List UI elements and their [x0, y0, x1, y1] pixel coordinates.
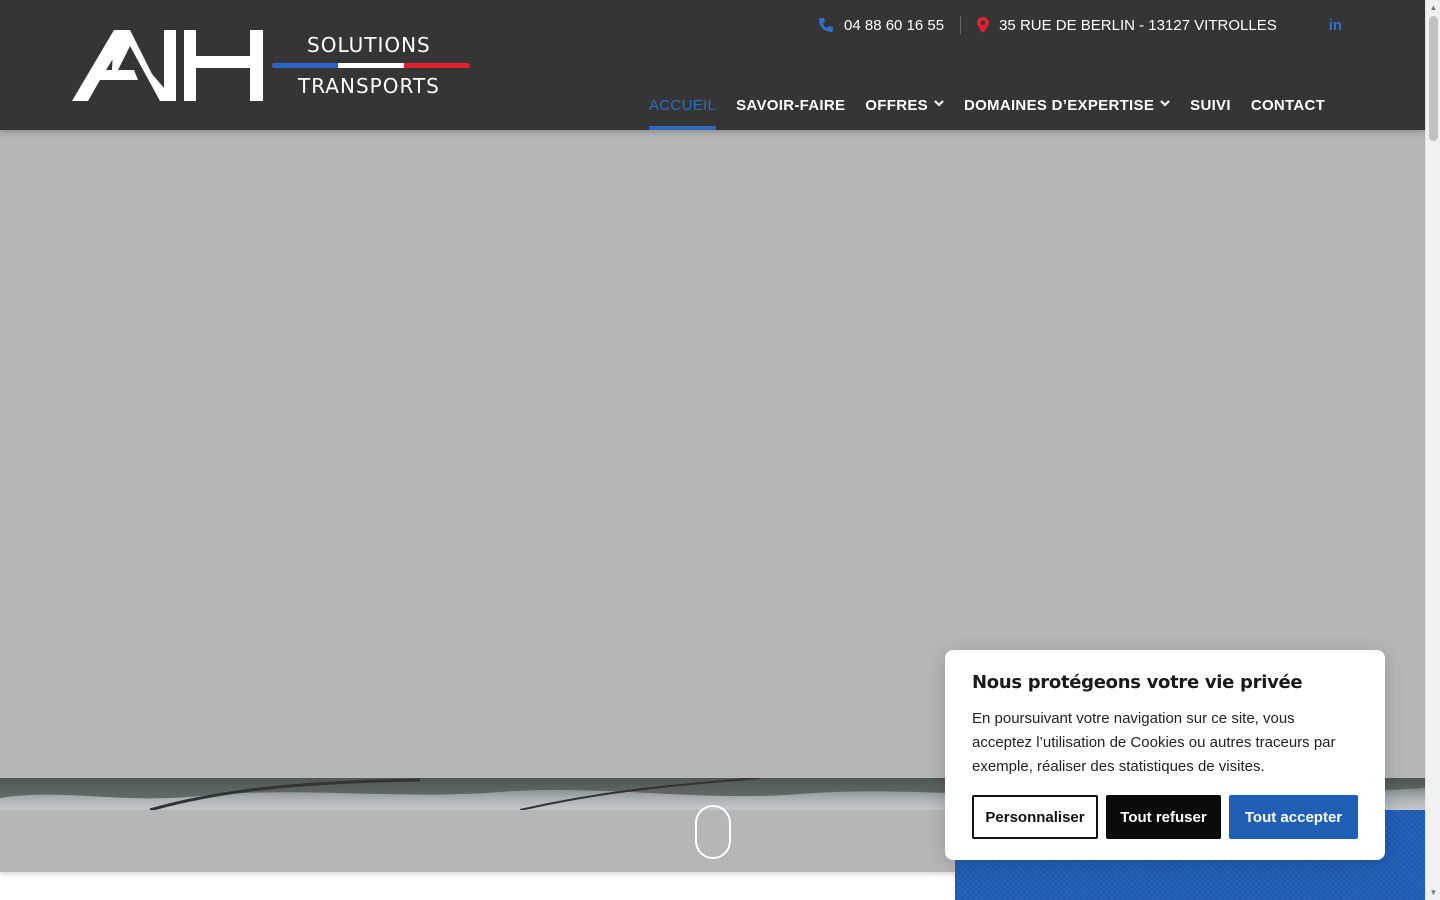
topbar-divider: [960, 16, 962, 34]
nav-item-offres[interactable]: OFFRES: [865, 78, 944, 130]
scroll-up-arrow-icon[interactable]: ▲: [1426, 0, 1440, 15]
scroll-mouse-icon[interactable]: [695, 805, 731, 859]
anh-logo-mark: [72, 30, 263, 101]
accept-all-button[interactable]: Tout accepter: [1229, 795, 1358, 839]
page-scrollbar[interactable]: ▲ ▼: [1425, 0, 1440, 900]
nav-label: DOMAINES D’EXPERTISE: [963, 96, 1155, 114]
nav-label: OFFRES: [865, 96, 928, 114]
logo-tagline-bottom: TRANSPORTS: [298, 74, 440, 98]
phone-link[interactable]: 04 88 60 16 55: [818, 17, 944, 34]
address-link[interactable]: 35 RUE DE BERLIN - 13127 VITROLLES: [977, 17, 1277, 34]
refuse-all-button[interactable]: Tout refuser: [1106, 795, 1221, 839]
chevron-down-icon: [1160, 100, 1170, 107]
nav-label: ACCUEIL: [649, 96, 717, 114]
cookie-title: Nous protégeons votre vie privée: [972, 672, 1303, 693]
nav-item-suivi[interactable]: SUIVI: [1190, 78, 1231, 130]
logo-flag-stripe: [272, 63, 470, 68]
logo-tagline-top: SOLUTIONS: [307, 33, 431, 57]
chevron-down-icon: [934, 100, 944, 107]
map-pin-icon: [977, 17, 990, 33]
phone-icon: [819, 18, 833, 32]
linkedin-icon[interactable]: in: [1329, 17, 1342, 34]
nav-label: CONTACT: [1250, 96, 1326, 114]
nav-label: SUIVI: [1190, 96, 1231, 114]
nav-label: SAVOIR-FAIRE: [736, 96, 846, 114]
address-text: 35 RUE DE BERLIN - 13127 VITROLLES: [999, 16, 1277, 34]
site-logo[interactable]: SOLUTIONS TRANSPORTS: [72, 30, 472, 102]
nav-item-domaines-expertise[interactable]: DOMAINES D’EXPERTISE: [964, 78, 1170, 130]
cookie-banner: Nous protégeons votre vie privée En pour…: [945, 650, 1385, 860]
cookie-text: En poursuivant votre navigation sur ce s…: [972, 710, 1336, 775]
topbar-contact: 04 88 60 16 55 35 RUE DE BERLIN - 13127 …: [818, 14, 1342, 36]
main-nav: ACCUEIL SAVOIR-FAIRE OFFRES DOMAINES D’E…: [649, 78, 1325, 130]
nav-item-contact[interactable]: CONTACT: [1251, 78, 1325, 130]
scroll-down-arrow-icon[interactable]: ▼: [1426, 885, 1440, 900]
cookie-buttons: Personnaliser Tout refuser Tout accepter: [972, 795, 1358, 839]
site-header: SOLUTIONS TRANSPORTS 04 88 60 16 55 35 R…: [0, 0, 1425, 130]
nav-item-savoir-faire[interactable]: SAVOIR-FAIRE: [736, 78, 845, 130]
scrollbar-thumb[interactable]: [1429, 16, 1438, 141]
page: SOLUTIONS TRANSPORTS 04 88 60 16 55 35 R…: [0, 0, 1425, 900]
customize-button[interactable]: Personnaliser: [972, 795, 1098, 839]
phone-number: 04 88 60 16 55: [844, 16, 945, 34]
nav-item-accueil[interactable]: ACCUEIL: [649, 78, 717, 130]
